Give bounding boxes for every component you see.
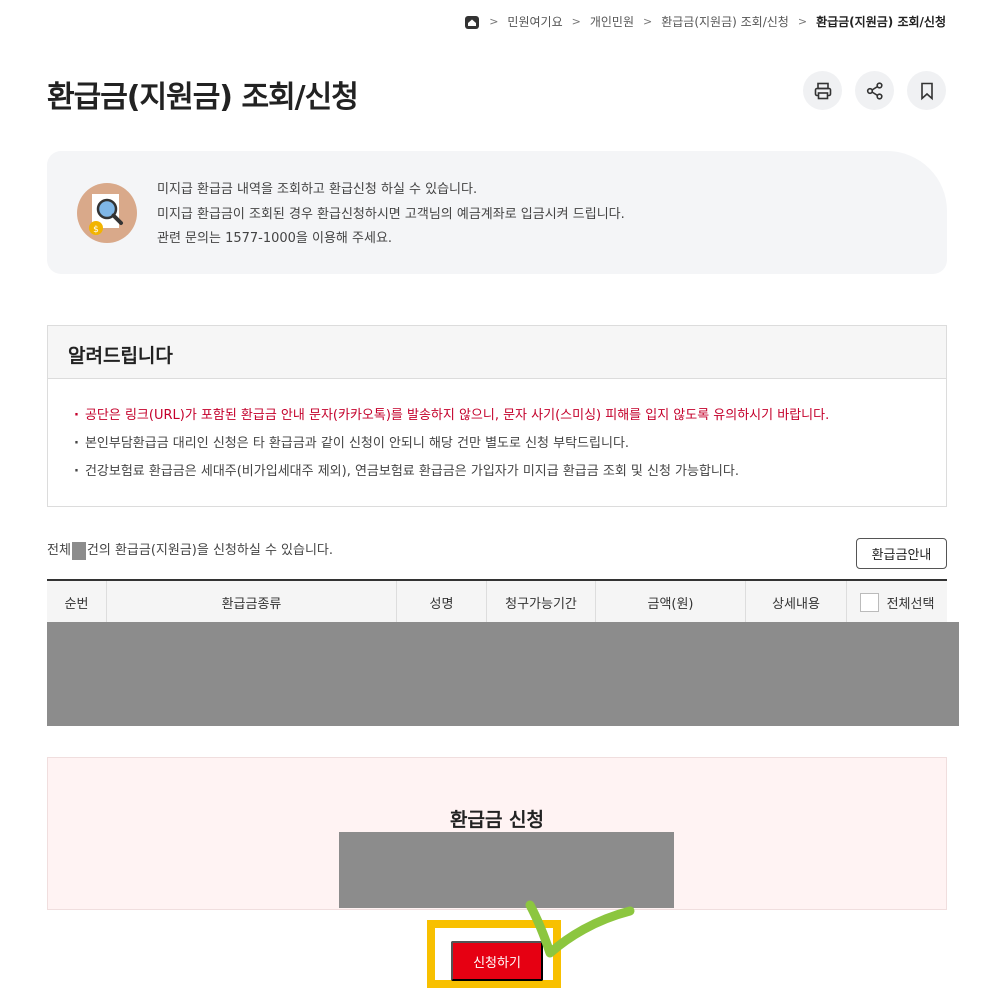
redacted-table-rows <box>47 622 959 726</box>
chevron-right-icon: > <box>489 15 499 28</box>
refund-table: 순번 환급금종류 성명 청구가능기간 금액(원) 상세내용 전체선택 <box>47 579 947 625</box>
intro-line: 관련 문의는 1577-1000을 이용해 주세요. <box>157 231 393 246</box>
intro-line: 미지급 환급금 내역을 조회하고 환급신청 하실 수 있습니다. <box>157 182 478 197</box>
share-button[interactable] <box>855 71 894 110</box>
apply-title: 환급금 신청 <box>449 809 544 831</box>
select-all-label: 전체선택 <box>886 597 935 612</box>
notice-title: 알려드립니다 <box>48 326 946 379</box>
page-tools <box>803 71 946 110</box>
breadcrumb-item[interactable]: 민원여기요 <box>507 13 562 30</box>
notice-box: 알려드립니다 공단은 링크(URL)가 포함된 환급금 안내 문자(카카오톡)를… <box>47 325 947 507</box>
chevron-right-icon: > <box>571 15 581 28</box>
col-number: 순번 <box>64 597 89 612</box>
breadcrumb-current: 환급금(지원금) 조회/신청 <box>816 15 946 29</box>
intro-box: $ 미지급 환급금 내역을 조회하고 환급신청 하실 수 있습니다. 미지급 환… <box>47 151 947 274</box>
bookmark-button[interactable] <box>907 71 946 110</box>
col-select-all[interactable]: 전체선택 <box>846 581 947 624</box>
col-amount: 금액(원) <box>595 581 745 624</box>
bookmark-icon <box>920 82 933 100</box>
refund-guide-button[interactable]: 환급금안내 <box>856 538 947 569</box>
select-all-checkbox[interactable] <box>859 593 879 612</box>
svg-text:$: $ <box>93 225 99 235</box>
col-name: 성명 <box>396 581 486 624</box>
col-claim-period: 청구가능기간 <box>486 581 595 624</box>
notice-item: 본인부담환급금 대리인 신청은 타 환급금과 같이 신청이 안되니 해당 건만 … <box>74 430 920 458</box>
breadcrumb: > 민원여기요 > 개인민원 > 환급금(지원금) 조회/신청 > 환급금(지원… <box>464 13 946 30</box>
page-title: 환급금(지원금) 조회/신청 <box>47 80 359 115</box>
intro-line: 미지급 환급금이 조회된 경우 환급신청하시면 고객님의 예금계좌로 입금시켜 … <box>157 206 625 222</box>
home-icon[interactable] <box>464 14 480 30</box>
share-icon <box>866 81 883 100</box>
col-refund-type: 환급금종류 <box>106 581 396 624</box>
redacted-count <box>71 541 86 560</box>
breadcrumb-item[interactable]: 개인민원 <box>590 13 634 30</box>
check-mark-annotation <box>525 900 635 958</box>
document-search-icon: $ <box>77 183 137 243</box>
intro-text: 미지급 환급금 내역을 조회하고 환급신청 하실 수 있습니다. 미지급 환급금… <box>157 178 625 252</box>
notice-list: 공단은 링크(URL)가 포함된 환급금 안내 문자(카카오톡)를 발송하지 않… <box>48 379 946 486</box>
notice-item: 건강보험료 환급금은 세대주(비가입세대주 제외), 연금보험료 환급금은 가입… <box>74 458 920 486</box>
breadcrumb-item[interactable]: 환급금(지원금) 조회/신청 <box>661 13 789 30</box>
col-details: 상세내용 <box>745 581 846 624</box>
chevron-right-icon: > <box>797 15 808 28</box>
table-header: 순번 환급금종류 성명 청구가능기간 금액(원) 상세내용 전체선택 <box>47 581 947 625</box>
chevron-right-icon: > <box>643 15 653 28</box>
summary-prefix: 전체 <box>47 543 71 558</box>
summary-suffix: 건의 환급금(지원금)을 신청하실 수 있습니다. <box>86 543 334 558</box>
print-icon <box>814 82 831 99</box>
notice-item-warning: 공단은 링크(URL)가 포함된 환급금 안내 문자(카카오톡)를 발송하지 않… <box>74 402 920 430</box>
print-button[interactable] <box>803 71 842 110</box>
refund-count-summary: 전체 건의 환급금(지원금)을 신청하실 수 있습니다. <box>47 539 333 560</box>
